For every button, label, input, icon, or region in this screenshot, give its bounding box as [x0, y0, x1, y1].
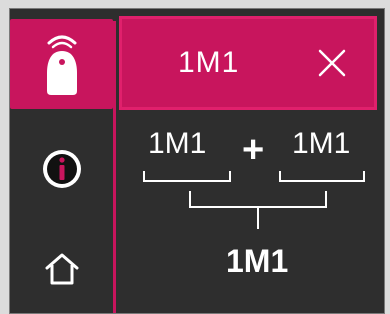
info-icon	[42, 150, 81, 188]
home-icon	[45, 253, 78, 285]
device-screen: 1M1 1M1 + 1M1 1M1	[9, 8, 385, 314]
header-bar: 1M1	[119, 16, 377, 110]
sidebar-divider	[113, 21, 116, 313]
sidebar	[10, 9, 113, 313]
close-icon[interactable]	[316, 47, 348, 79]
formula-right-term: 1M1	[292, 127, 351, 160]
sidebar-item-home[interactable]	[10, 229, 113, 309]
page-title: 1M1	[178, 46, 240, 79]
sidebar-item-tag[interactable]	[10, 19, 113, 109]
formula-panel: 1M1 + 1M1 1M1	[122, 119, 382, 313]
formula-operator: +	[242, 129, 265, 171]
formula-left-term: 1M1	[148, 127, 207, 160]
sidebar-item-info[interactable]	[10, 129, 113, 209]
formula-result: 1M1	[226, 243, 289, 279]
hanger-tag-icon	[46, 35, 77, 95]
